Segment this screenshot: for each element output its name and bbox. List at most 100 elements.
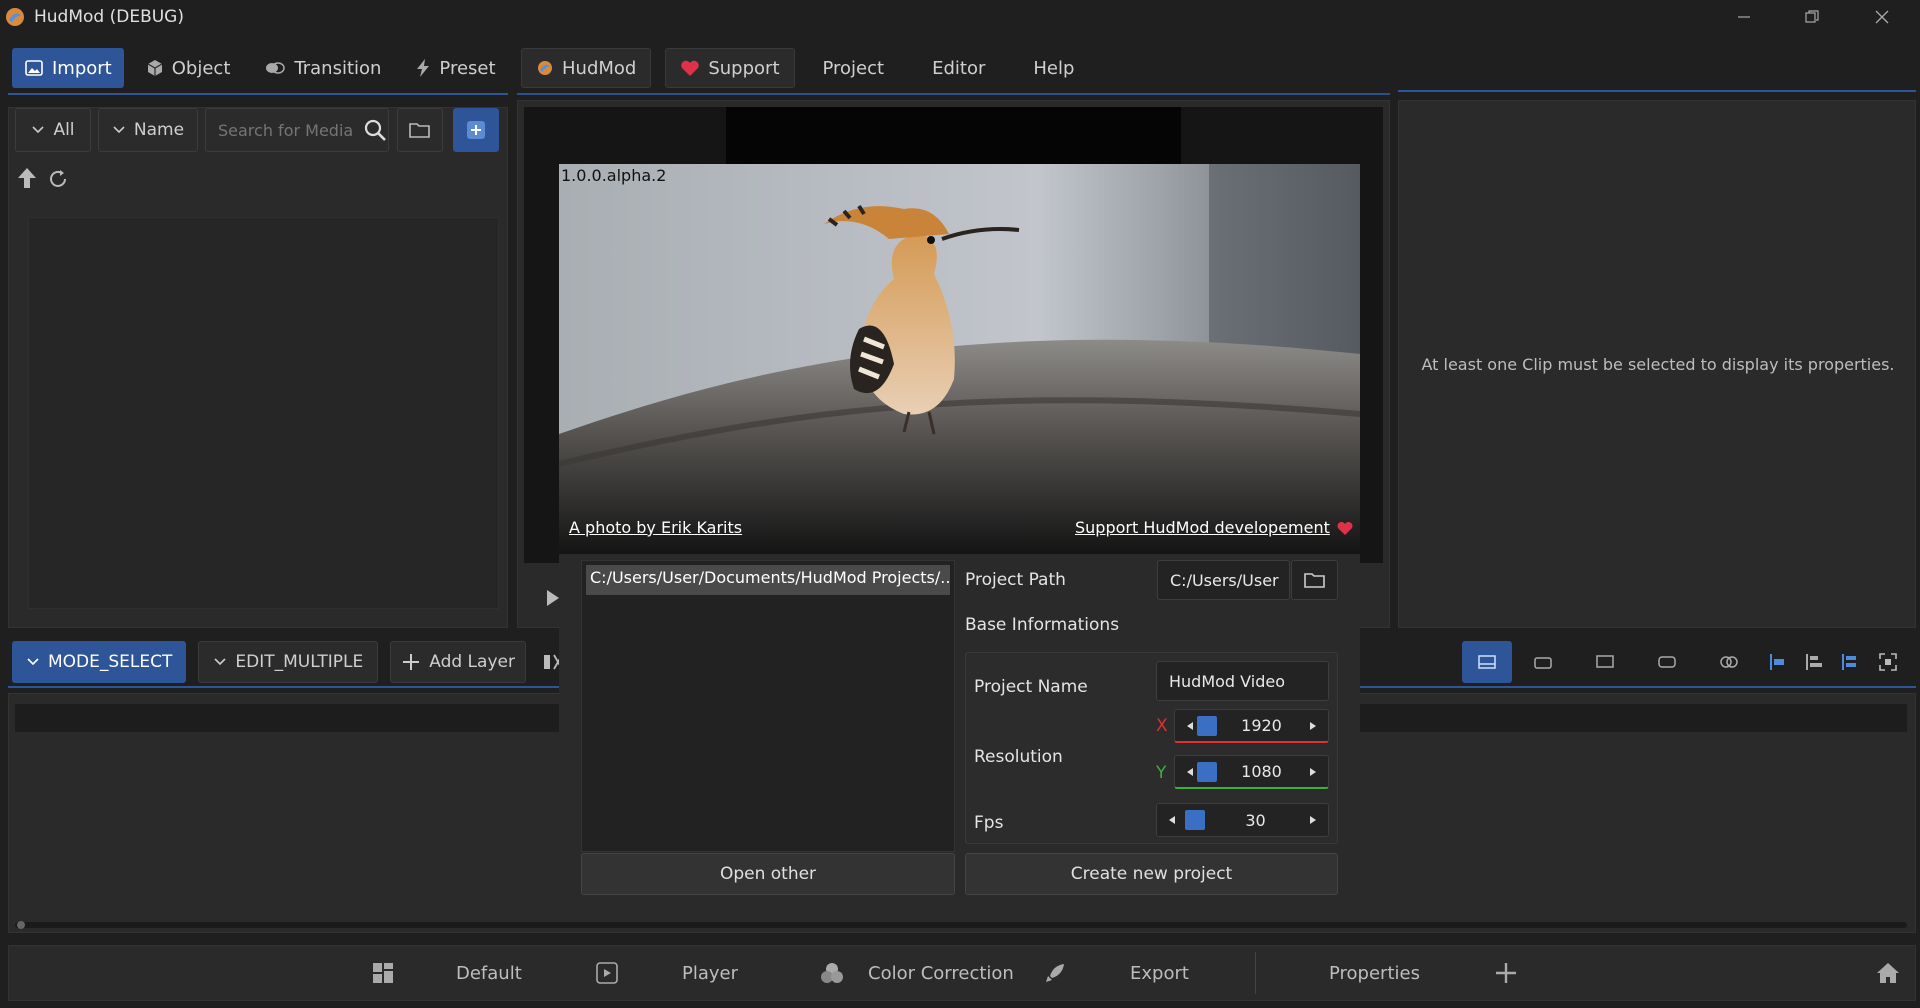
properties-empty-message: At least one Clip must be selected to di…: [1421, 355, 1895, 374]
fit-screen-icon[interactable]: [1868, 653, 1908, 671]
up-arrow-icon[interactable]: [15, 166, 39, 190]
view-single-button[interactable]: [1462, 641, 1512, 683]
refresh-icon[interactable]: [47, 168, 69, 190]
image-icon: [24, 58, 44, 78]
menu-support[interactable]: Support: [665, 48, 795, 88]
top-menu-row: HudMod Support Project Editor Help: [521, 46, 1098, 90]
folder-icon: [409, 121, 431, 139]
add-media-icon: [465, 119, 487, 141]
photo-credit-link[interactable]: A photo by Erik Karits: [569, 518, 742, 537]
project-path-field[interactable]: C:/Users/User: [1157, 560, 1290, 600]
edit-multiple-label: EDIT_MULTIPLE: [235, 652, 364, 672]
menu-support-label: Support: [708, 57, 780, 79]
open-folder-button[interactable]: [397, 108, 443, 152]
decrement-arrow-icon[interactable]: [1165, 813, 1179, 827]
app-logo-icon: [4, 6, 26, 28]
media-panel: All Name: [8, 107, 508, 628]
color-circles-icon: [820, 962, 844, 984]
workspace-player-label: Player: [682, 962, 739, 984]
browse-path-button[interactable]: [1291, 560, 1338, 600]
align-center-icon[interactable]: [1796, 653, 1832, 671]
decrement-arrow-icon[interactable]: [1183, 765, 1197, 779]
tab-import-label: Import: [52, 57, 112, 79]
media-search-input[interactable]: [216, 119, 356, 141]
res-x-value: 1920: [1241, 716, 1282, 735]
align-left-icon[interactable]: [1760, 653, 1796, 671]
fps-label: Fps: [974, 813, 1004, 833]
sort-label: Name: [133, 120, 185, 140]
workspace-player[interactable]: Player: [596, 948, 738, 998]
menu-project[interactable]: Project: [799, 48, 909, 88]
align-right-icon[interactable]: [1832, 653, 1868, 671]
workspace-export-label: Export: [1130, 962, 1189, 984]
project-path-label: Project Path: [965, 570, 1066, 590]
workspace-properties[interactable]: Properties: [1329, 948, 1420, 998]
cube-icon: [146, 59, 164, 77]
sort-dropdown[interactable]: Name: [98, 108, 198, 152]
filter-dropdown[interactable]: All: [15, 108, 91, 152]
res-y-spinbox[interactable]: 1080: [1174, 755, 1329, 789]
res-x-axis-label: X: [1156, 716, 1168, 736]
increment-arrow-icon[interactable]: [1306, 719, 1320, 733]
tab-import[interactable]: Import: [12, 48, 124, 88]
spin-slider-handle[interactable]: [1185, 810, 1205, 830]
res-x-spinbox[interactable]: 1920: [1174, 709, 1329, 743]
version-label: 1.0.0.alpha.2: [561, 166, 667, 185]
workspace-default-label: Default: [456, 962, 522, 984]
scroll-handle[interactable]: [17, 921, 25, 929]
bottom-divider: [1255, 952, 1256, 994]
tab-transition[interactable]: Transition: [252, 48, 393, 88]
tab-transition-label: Transition: [294, 57, 382, 79]
play-icon[interactable]: [546, 589, 560, 607]
menu-help[interactable]: Help: [1009, 48, 1098, 88]
lightning-icon: [415, 58, 431, 78]
media-list[interactable]: [28, 217, 499, 609]
fps-value: 30: [1245, 810, 1266, 830]
film-icon[interactable]: [1636, 655, 1698, 669]
workspace-default[interactable]: Default: [372, 948, 522, 998]
increment-arrow-icon[interactable]: [1306, 813, 1320, 827]
splash-photo: [559, 164, 1360, 554]
menu-hudmod[interactable]: HudMod: [521, 48, 652, 88]
support-dev-link[interactable]: Support HudMod developement: [1075, 518, 1354, 537]
close-window-button[interactable]: [1854, 0, 1910, 34]
edit-multiple-dropdown[interactable]: EDIT_MULTIPLE: [198, 641, 379, 683]
open-other-button[interactable]: Open other: [581, 853, 955, 895]
screen-share-icon[interactable]: [1574, 654, 1636, 670]
decrement-arrow-icon[interactable]: [1183, 719, 1197, 733]
multi-cam-icon[interactable]: [1512, 654, 1574, 670]
folder-icon: [1303, 571, 1326, 589]
minimize-button[interactable]: [1716, 0, 1772, 34]
chevron-down-icon: [112, 125, 126, 135]
recent-project-item[interactable]: C:/Users/User/Documents/HudMod Projects/…: [586, 565, 950, 595]
add-layer-button[interactable]: Add Layer: [390, 641, 526, 683]
add-workspace-icon[interactable]: [1494, 948, 1518, 998]
search-icon[interactable]: [364, 119, 386, 141]
tab-preset[interactable]: Preset: [403, 48, 507, 88]
transition-icon: [264, 59, 286, 77]
timeline-scrollbar[interactable]: [15, 921, 1907, 929]
recent-projects-list: C:/Users/User/Documents/HudMod Projects/…: [581, 560, 955, 852]
project-name-input[interactable]: HudMod Video: [1156, 661, 1329, 701]
tab-object[interactable]: Object: [134, 48, 243, 88]
film-icon: [596, 962, 618, 984]
chevron-down-icon: [31, 125, 45, 135]
increment-arrow-icon[interactable]: [1306, 765, 1320, 779]
effects-icon[interactable]: [1698, 654, 1760, 670]
mode-select-dropdown[interactable]: MODE_SELECT: [12, 641, 187, 683]
import-media-button[interactable]: [453, 108, 499, 152]
workspace-color-correction[interactable]: Color Correction: [820, 948, 1014, 998]
menu-editor[interactable]: Editor: [912, 48, 1005, 88]
create-new-project-button[interactable]: Create new project: [965, 853, 1338, 895]
window-title: HudMod (DEBUG): [34, 7, 184, 27]
workspace-export[interactable]: Export: [1044, 948, 1189, 998]
home-icon[interactable]: [1876, 948, 1900, 998]
fps-spinbox[interactable]: 30: [1156, 803, 1329, 837]
spin-slider-handle[interactable]: [1197, 715, 1217, 736]
spin-slider-handle[interactable]: [1197, 761, 1217, 782]
restore-button[interactable]: [1784, 0, 1840, 34]
plus-icon: [401, 652, 421, 672]
menu-underline: [517, 93, 1390, 95]
media-search-box[interactable]: [205, 108, 389, 152]
timeline-toolbar: MODE_SELECT EDIT_MULTIPLE Add Layer: [12, 641, 564, 683]
